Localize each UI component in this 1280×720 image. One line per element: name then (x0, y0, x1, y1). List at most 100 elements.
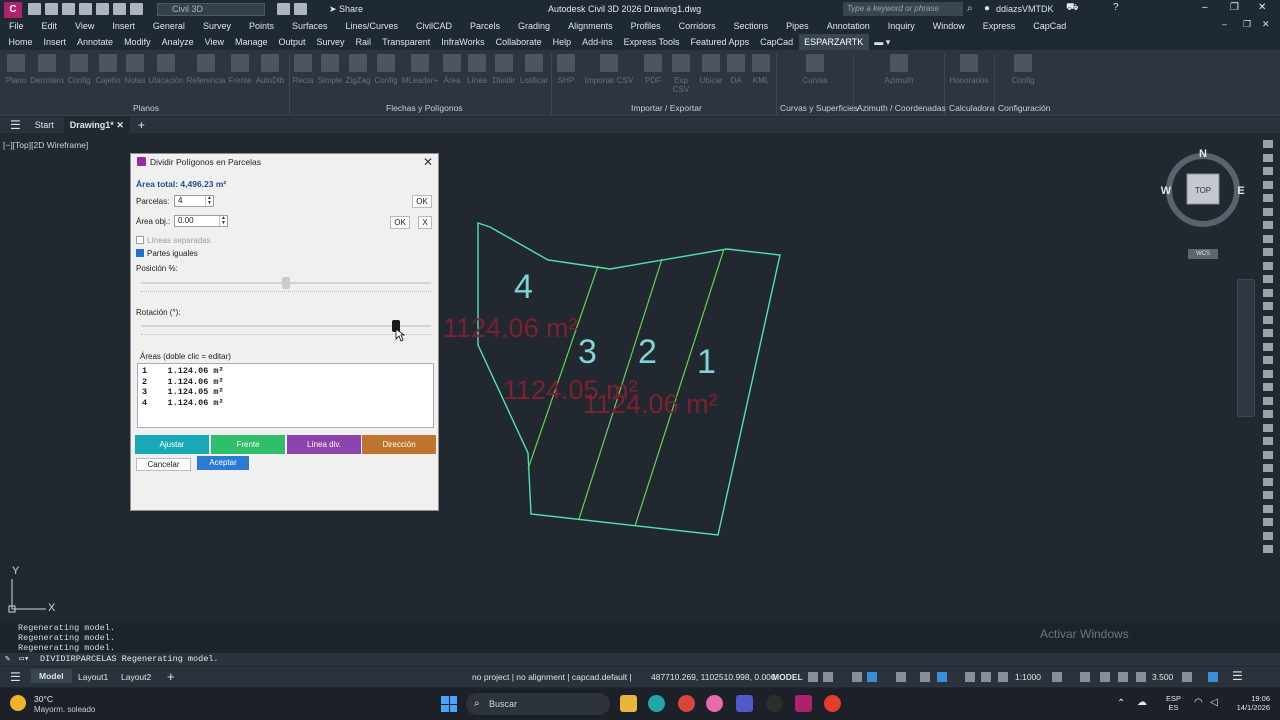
kml-button[interactable]: KML (750, 54, 772, 85)
status-value[interactable]: 3.500 (1152, 672, 1173, 682)
compass-n[interactable]: N (1199, 148, 1207, 160)
tab-transparent[interactable]: Transparent (377, 34, 436, 50)
workspace-select[interactable]: Civil 3D (157, 2, 265, 16)
new-tab-icon[interactable]: + (138, 118, 145, 132)
linea-button[interactable]: Línea (465, 54, 489, 85)
recta-button[interactable]: Recta (292, 54, 314, 85)
snap-icon[interactable] (823, 672, 833, 682)
wrench-icon[interactable]: ✎ (5, 653, 10, 666)
zigzag-button[interactable]: ZigZag (344, 54, 372, 85)
windows-start-icon[interactable] (441, 696, 457, 712)
layer-icon[interactable] (277, 3, 290, 15)
copilot-icon[interactable] (706, 695, 723, 712)
menu-lines-curves[interactable]: Lines/Curves (346, 21, 399, 31)
teams-icon[interactable] (736, 695, 753, 712)
azimuth-button[interactable]: Azimuth (882, 54, 916, 85)
workspace-icon[interactable] (1136, 672, 1146, 682)
menu-window[interactable]: Window (933, 21, 965, 31)
lotificar-button[interactable]: Lotificar (518, 54, 550, 85)
ribbon-options-icon[interactable]: ▬ ▾ (869, 34, 896, 50)
cloud-icon[interactable]: ☁ (1137, 697, 1147, 708)
file-explorer-icon[interactable] (620, 695, 637, 712)
posicion-slider-thumb[interactable] (282, 277, 290, 289)
settings-gear-icon[interactable] (1052, 672, 1062, 682)
search-input[interactable]: Type a keyword or phrase (843, 2, 963, 16)
wifi-icon[interactable]: ◠ (1194, 697, 1203, 708)
tab-insert[interactable]: Insert (38, 34, 72, 50)
tool-icon[interactable] (1263, 167, 1273, 175)
tool-icon[interactable] (1263, 531, 1273, 540)
grid-icon[interactable] (808, 672, 818, 682)
restore-icon[interactable]: ❐ (1230, 2, 1239, 13)
tab-rail[interactable]: Rail (350, 34, 377, 50)
list-item[interactable]: 3 1.124.05 m² (142, 387, 429, 398)
tool-icon[interactable] (1263, 477, 1273, 486)
minimize-icon[interactable]: – (1202, 2, 1208, 13)
user-name[interactable]: ddiazsVMTDK (996, 4, 1054, 14)
ubicar-button[interactable]: Ubicar (697, 54, 725, 85)
cajetin-button[interactable]: Cajetín (94, 54, 122, 85)
close-icon[interactable]: ✕ (1258, 2, 1266, 13)
tool-icon[interactable] (1263, 315, 1273, 324)
isodraft-icon[interactable] (896, 672, 906, 682)
compass-w[interactable]: W (1161, 185, 1172, 197)
tab-survey[interactable]: Survey (311, 34, 350, 50)
tab-help[interactable]: Help (547, 34, 577, 50)
annotation-scale[interactable]: 1:1000 (1015, 672, 1041, 682)
stepper-arrows-icon[interactable]: ▲ ▼ (219, 216, 227, 226)
viewcube[interactable]: TOP N W E (1155, 146, 1251, 242)
tab-esparzartk[interactable]: ESPARZARTK (798, 34, 869, 50)
tool-icon[interactable] (1263, 234, 1273, 243)
status-menu-icon[interactable]: ☰ (10, 670, 21, 684)
plano-button[interactable]: Plano (4, 54, 28, 85)
area-button[interactable]: Área (441, 54, 463, 85)
menu-grading[interactable]: Grading (518, 21, 550, 31)
menu-edit[interactable]: Edit (42, 21, 58, 31)
exp-csv-button[interactable]: Exp CSV (666, 54, 696, 94)
shp-button[interactable]: SHP (555, 54, 577, 85)
cancel-button[interactable]: Cancelar (136, 458, 191, 471)
menu-insert[interactable]: Insert (112, 21, 135, 31)
list-item[interactable]: 4 1.124.06 m² (142, 398, 429, 409)
edge-icon[interactable] (648, 695, 665, 712)
hamburger-icon[interactable]: ☰ (10, 118, 21, 132)
mleader-button[interactable]: MLeader+ (400, 54, 440, 85)
tool-icon[interactable] (1263, 248, 1273, 256)
parcelas-ok-button[interactable]: OK (412, 195, 432, 208)
tab-layout2[interactable]: Layout2 (121, 672, 151, 682)
tab-annotate[interactable]: Annotate (72, 34, 119, 50)
user-icon[interactable]: ● (984, 3, 990, 14)
tool-icon[interactable] (1263, 383, 1273, 391)
tool-icon[interactable] (1263, 450, 1273, 459)
tab-home[interactable]: Home (3, 34, 38, 50)
menu-points[interactable]: Points (249, 21, 274, 31)
help-icon[interactable]: ? (1113, 2, 1119, 13)
list-item[interactable]: 2 1.124.06 m² (142, 377, 429, 388)
referencia-button[interactable]: Referencia (186, 54, 226, 85)
doc-close-icon[interactable]: ✕ (1262, 19, 1270, 30)
tool-icon[interactable] (1263, 504, 1273, 513)
tool-icon[interactable] (1263, 396, 1273, 405)
share-button[interactable]: ➤ Share (329, 4, 363, 15)
ajustar-button[interactable]: Ajustar (135, 435, 209, 454)
tool-icon[interactable] (1263, 356, 1273, 364)
tray-chevron-icon[interactable]: ⌃ (1117, 698, 1125, 709)
tab-view[interactable]: View (199, 34, 229, 50)
tool-icon[interactable] (1263, 423, 1273, 432)
menu-general[interactable]: General (153, 21, 185, 31)
tab-drawing1[interactable]: Drawing1* ✕ (63, 117, 130, 133)
ubicacion-button[interactable]: Ubicación (148, 54, 184, 85)
pdf-button[interactable]: PDF (642, 54, 664, 85)
tab-model[interactable]: Model (31, 669, 72, 683)
frente-ribbon-button[interactable]: Frente (228, 54, 252, 85)
dialog-close-icon[interactable]: ✕ (423, 155, 433, 169)
menu-profiles[interactable]: Profiles (631, 21, 661, 31)
tool-icon[interactable] (1263, 464, 1273, 472)
tool-icon[interactable] (1263, 545, 1273, 553)
doc-restore-icon[interactable]: ❐ (1243, 19, 1251, 30)
chrome-icon[interactable] (678, 695, 695, 712)
civil3d-taskbar-icon[interactable] (795, 695, 812, 712)
properties-icon[interactable] (294, 3, 307, 15)
area-obj-clear-button[interactable]: X (418, 216, 432, 229)
menu-annotation[interactable]: Annotation (827, 21, 870, 31)
